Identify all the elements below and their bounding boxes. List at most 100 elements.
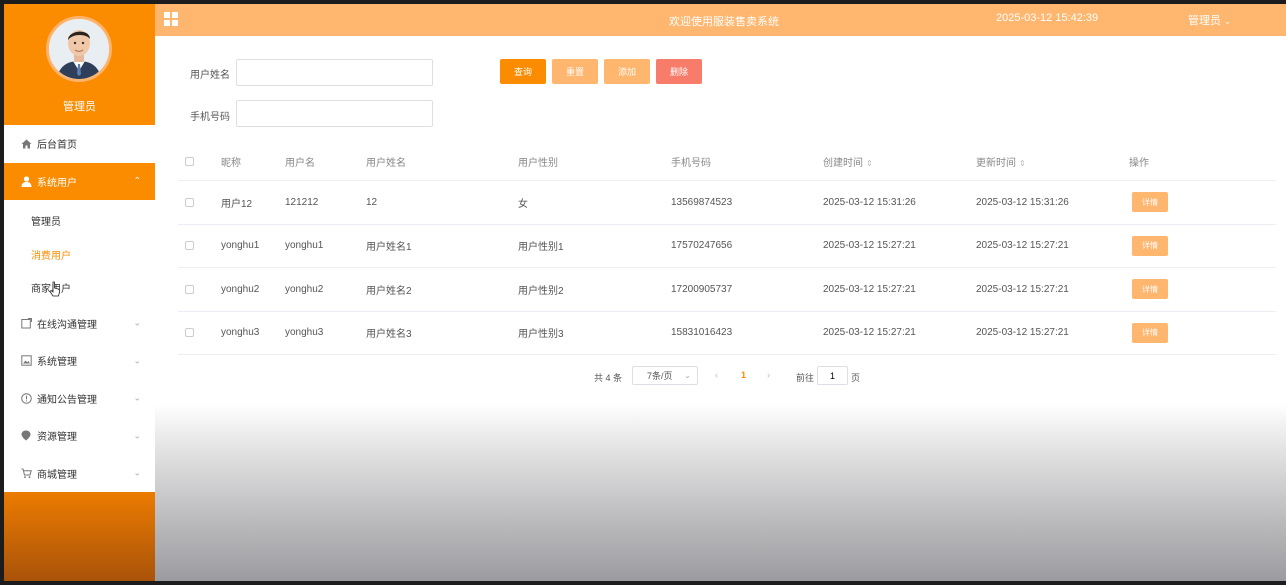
sidebar-item-home[interactable]: 后台首页 (4, 125, 155, 163)
row-checkbox[interactable] (185, 284, 194, 294)
name-filter-label: 用户姓名 (190, 70, 230, 81)
row-checkbox[interactable] (185, 197, 194, 207)
cell-updated: 2025-03-12 15:27:21 (976, 283, 1069, 295)
detail-button[interactable]: 详情 (1132, 322, 1168, 343)
sidebar-item-label: 商城管理 (37, 469, 77, 481)
column-header-updated[interactable]: 更新时间 ⇕ (976, 154, 1026, 169)
phone-filter-label: 手机号码 (190, 112, 230, 123)
pagination-total: 共 4 条 (594, 373, 623, 383)
column-header-label: 更新时间 (976, 158, 1016, 169)
info-icon (20, 392, 32, 404)
page-size-select[interactable]: 7条/页 ⌄ (632, 366, 698, 385)
reset-button[interactable]: 重置 (552, 59, 598, 84)
chevron-down-icon: ⌄ (133, 392, 141, 403)
chevron-down-icon: ⌄ (133, 467, 141, 478)
detail-button[interactable]: 详情 (1132, 192, 1168, 213)
column-header-gender: 用户性别 (518, 158, 558, 169)
profile-name: 管理员 (63, 101, 96, 113)
goto-label: 前往 (796, 373, 815, 383)
chevron-down-icon: ⌄ (133, 317, 141, 328)
column-header-created[interactable]: 创建时间 ⇕ (823, 154, 873, 169)
search-button[interactable]: 查询 (500, 59, 546, 84)
table-row: yonghu3 yonghu3 用户姓名3 用户性别3 15831016423 … (178, 312, 1276, 355)
add-button[interactable]: 添加 (604, 59, 650, 84)
cell-username: yonghu2 (285, 283, 324, 295)
detail-button[interactable]: 详情 (1132, 235, 1168, 256)
cell-nickname: yonghu3 (221, 327, 260, 339)
page-suffix-label: 页 (851, 373, 861, 383)
detail-button[interactable]: 详情 (1132, 279, 1168, 300)
current-datetime: 2025-03-12 15:42:39 (996, 12, 1099, 24)
cart-icon (20, 467, 32, 479)
column-header-actions: 操作 (1129, 158, 1149, 169)
page-size-value: 7条/页 (647, 371, 673, 381)
user-dropdown[interactable]: 管理员 ⌄ (1188, 12, 1231, 28)
sidebar-item-label: 在线沟通管理 (37, 319, 97, 331)
sidebar-item-system-management[interactable]: 系统管理 ⌄ (4, 342, 155, 380)
cell-username: yonghu1 (285, 240, 324, 252)
submenu-item-consumer-users[interactable]: 消费用户 (4, 237, 155, 271)
cell-gender: 用户性别2 (518, 285, 564, 297)
cell-realname: 12 (366, 196, 378, 208)
submenu-item-admin[interactable]: 管理员 (4, 204, 155, 238)
cell-created: 2025-03-12 15:27:21 (823, 240, 916, 252)
avatar[interactable] (46, 16, 112, 82)
column-header-realname: 用户姓名 (366, 158, 406, 169)
name-filter-input[interactable] (236, 59, 433, 86)
cell-realname: 用户姓名1 (366, 242, 412, 254)
column-header-phone: 手机号码 (671, 158, 711, 169)
sort-icon[interactable]: ⇕ (866, 159, 873, 168)
submenu-item-merchant-users[interactable]: 商家用户 (4, 271, 155, 305)
sort-icon[interactable]: ⇕ (1019, 159, 1026, 168)
sidebar-item-notices[interactable]: 通知公告管理 ⌄ (4, 379, 155, 417)
column-header-label: 创建时间 (823, 158, 863, 169)
menu-grid-icon[interactable] (164, 12, 178, 26)
location-icon (20, 430, 32, 442)
table-row: 用户12 121212 12 女 13569874523 2025-03-12 … (178, 181, 1276, 225)
sidebar-item-label: 后台首页 (37, 140, 77, 152)
cell-nickname: yonghu1 (221, 240, 260, 252)
sidebar-menu: 后台首页 系统用户 ⌃ 管理员 消费用户 商家用户 在线沟通管理 ⌄ 系统管理 … (4, 125, 155, 492)
cell-gender: 女 (518, 198, 528, 210)
sidebar-item-online-chat[interactable]: 在线沟通管理 ⌄ (4, 304, 155, 342)
page-number-current[interactable]: 1 (741, 370, 746, 380)
sidebar: 管理员 后台首页 系统用户 ⌃ 管理员 消费用户 商家用户 在线沟通管理 ⌄ 系… (4, 4, 155, 581)
sidebar-item-system-users[interactable]: 系统用户 ⌃ (4, 162, 155, 200)
sidebar-item-label: 通知公告管理 (37, 394, 97, 406)
select-all-checkbox[interactable] (185, 157, 194, 166)
row-checkbox[interactable] (185, 241, 194, 251)
prev-page-icon[interactable]: ‹ (715, 370, 718, 380)
cell-gender: 用户性别3 (518, 329, 564, 341)
row-checkbox[interactable] (185, 328, 194, 338)
profile-panel: 管理员 (4, 4, 155, 125)
cell-created: 2025-03-12 15:31:26 (823, 196, 916, 208)
cell-username: yonghu3 (285, 327, 324, 339)
cell-updated: 2025-03-12 15:27:21 (976, 240, 1069, 252)
site-title: 欢迎使用服装售卖系统 (669, 16, 779, 28)
table-header-row: 昵称 用户名 用户姓名 用户性别 手机号码 创建时间 ⇕ 更新时间 ⇕ 操作 (178, 143, 1276, 181)
chevron-down-icon: ⌄ (1224, 17, 1231, 26)
cell-phone: 15831016423 (671, 327, 733, 339)
goto-page-input[interactable] (817, 366, 848, 385)
top-bar: 欢迎使用服装售卖系统 2025-03-12 15:42:39 管理员 ⌄ (155, 4, 1286, 36)
cell-phone: 17570247656 (671, 240, 733, 252)
cell-nickname: 用户12 (221, 198, 253, 210)
app-frame: 管理员 后台首页 系统用户 ⌃ 管理员 消费用户 商家用户 在线沟通管理 ⌄ 系… (4, 4, 1286, 581)
cell-realname: 用户姓名3 (366, 329, 412, 341)
pagination: 共 4 条 7条/页 ⌄ ‹ 1 › 前往 页 (161, 366, 1286, 386)
column-header-nickname: 昵称 (221, 158, 241, 169)
next-page-icon[interactable]: › (767, 370, 770, 380)
delete-button[interactable]: 删除 (656, 59, 702, 84)
cell-username: 121212 (285, 196, 319, 208)
sidebar-item-mall[interactable]: 商城管理 ⌄ (4, 454, 155, 492)
user-name: 管理员 (1188, 15, 1221, 27)
cell-created: 2025-03-12 15:27:21 (823, 283, 916, 295)
sidebar-item-resources[interactable]: 资源管理 ⌄ (4, 417, 155, 455)
cell-phone: 17200905737 (671, 283, 733, 295)
sidebar-item-label: 系统管理 (37, 357, 77, 369)
phone-filter-input[interactable] (236, 100, 433, 127)
image-icon (20, 355, 32, 367)
avatar-image (49, 19, 109, 79)
chat-icon (20, 317, 32, 329)
cell-updated: 2025-03-12 15:31:26 (976, 196, 1069, 208)
